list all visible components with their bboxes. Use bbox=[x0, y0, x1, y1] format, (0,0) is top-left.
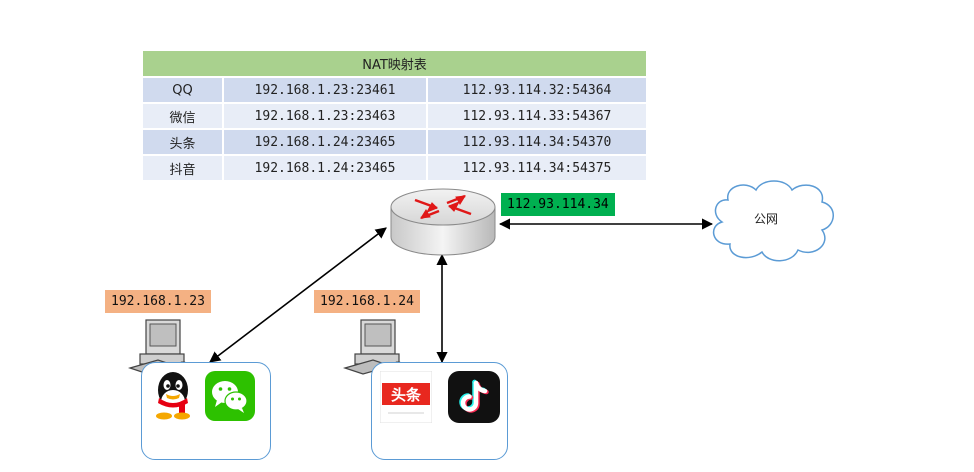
host2-ip-label: 192.168.1.24 bbox=[314, 290, 420, 313]
wechat-icon[interactable] bbox=[205, 371, 255, 421]
router-icon bbox=[390, 188, 496, 256]
host1-ip-label: 192.168.1.23 bbox=[105, 290, 211, 313]
toutiao-icon-text: 头条 bbox=[391, 386, 422, 404]
douyin-icon[interactable] bbox=[448, 371, 500, 423]
internet-label: 公网 bbox=[754, 212, 779, 226]
router-public-ip-label: 112.93.114.34 bbox=[501, 193, 615, 216]
qq-icon[interactable] bbox=[146, 370, 200, 420]
toutiao-icon[interactable]: 头条 bbox=[380, 371, 432, 423]
